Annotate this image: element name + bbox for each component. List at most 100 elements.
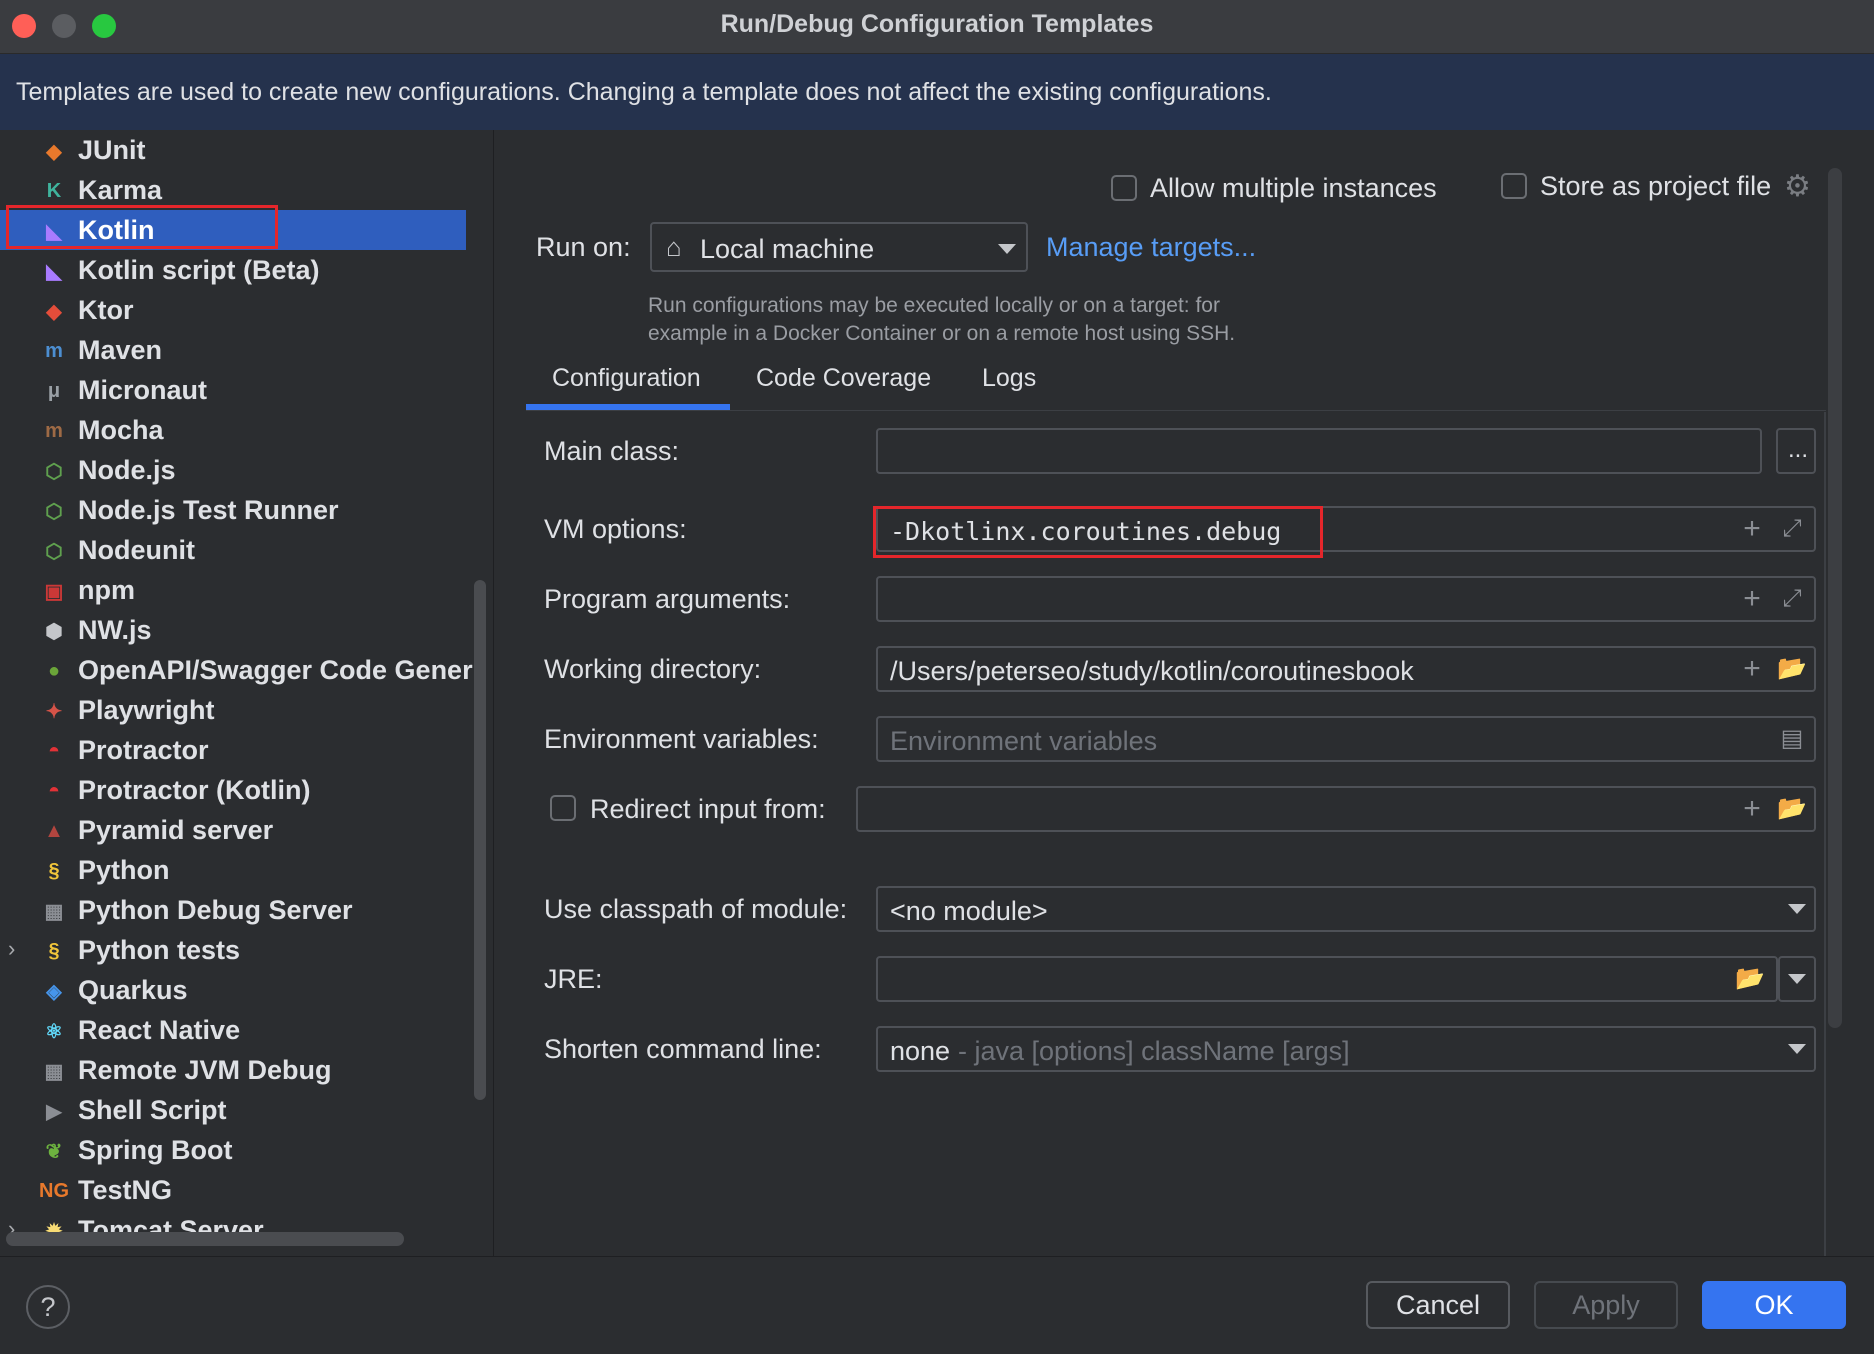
button-bar: ? Cancel Apply OK	[0, 1256, 1874, 1354]
run-on-hint-1: Run configurations may be executed local…	[648, 294, 1220, 317]
cancel-button[interactable]: Cancel	[1366, 1281, 1510, 1329]
sidebar-item[interactable]: § Python	[0, 850, 466, 890]
expand-icon[interactable]: ⤢	[1776, 584, 1808, 616]
title-bar: Run/Debug Configuration Templates	[0, 0, 1874, 54]
folder-icon[interactable]: 📂	[1776, 654, 1808, 686]
nodejs-icon: ⬡	[45, 500, 63, 523]
right-scrollbar[interactable]	[1828, 168, 1842, 1028]
main-class-browse-button[interactable]: ...	[1776, 428, 1816, 474]
env-vars-label: Environment variables:	[544, 724, 819, 754]
jre-dropdown-button[interactable]	[1778, 956, 1816, 1002]
sidebar-item-label: npm	[78, 575, 135, 605]
sidebar-item[interactable]: ● OpenAPI/Swagger Code Generi	[0, 650, 480, 690]
chevron-right-icon[interactable]: ›	[8, 936, 15, 962]
help-button[interactable]: ?	[26, 1285, 70, 1329]
redirect-input-checkbox[interactable]	[550, 795, 576, 821]
sidebar-item[interactable]: m Maven	[0, 330, 466, 370]
sidebar-item[interactable]: ▲ Pyramid server	[0, 810, 466, 850]
tab-logs[interactable]: Logs	[982, 364, 1036, 393]
junit-icon: ◆	[46, 140, 62, 163]
python-icon: §	[48, 939, 60, 962]
apply-button[interactable]: Apply	[1534, 1281, 1678, 1329]
sidebar-item[interactable]: μ Micronaut	[0, 370, 466, 410]
sidebar-item[interactable]: ▣ npm	[0, 570, 466, 610]
shorten-label: Shorten command line:	[544, 1034, 822, 1064]
plus-icon[interactable]: +	[1736, 654, 1768, 686]
sidebar-item-label: JUnit	[78, 135, 146, 165]
sidebar-item[interactable]: K Karma	[0, 170, 466, 210]
manage-targets-link[interactable]: Manage targets...	[1046, 232, 1256, 263]
sidebar-item[interactable]: ⬡ Node.js Test Runner	[0, 490, 466, 530]
sidebar-item[interactable]: m Mocha	[0, 410, 466, 450]
openapi-icon: ●	[47, 659, 61, 682]
shorten-value: none	[890, 1036, 951, 1066]
allow-multiple-checkbox[interactable]	[1111, 175, 1137, 201]
sidebar-item[interactable]: ◣ Kotlin script (Beta)	[0, 250, 466, 290]
window-title: Run/Debug Configuration Templates	[720, 10, 1154, 38]
working-dir-value: /Users/peterseo/study/kotlin/coroutinesb…	[890, 656, 1414, 686]
template-list[interactable]: ◆ JUnit K Karma ◣ Kotlin ◣ Kotlin script (Beta)…	[0, 130, 494, 1256]
sidebar-item[interactable]: ▦ Python Debug Server	[0, 890, 466, 930]
sidebar-item[interactable]: NG TestNG	[0, 1170, 466, 1210]
sidebar-item[interactable]: ⬡ Nodeunit	[0, 530, 466, 570]
tab-code-coverage[interactable]: Code Coverage	[756, 364, 931, 393]
kotlin-icon: ◣	[46, 260, 62, 283]
folder-icon[interactable]: 📂	[1776, 794, 1808, 826]
sidebar-item[interactable]: ◆ JUnit	[0, 130, 466, 170]
maven-icon: m	[45, 339, 63, 362]
nodejs-icon: ⬡	[45, 540, 63, 563]
sidebar-item[interactable]: ◆ Ktor	[0, 290, 466, 330]
sidebar-item-label: Protractor	[78, 735, 209, 765]
jre-input[interactable]: 📂	[876, 956, 1778, 1002]
sidebar-item[interactable]: ▶ Shell Script	[0, 1090, 466, 1130]
classpath-dropdown[interactable]: <no module>	[876, 886, 1816, 932]
sidebar-item[interactable]: ◓ Protractor (Kotlin)	[0, 770, 466, 810]
sidebar-item-label: Mocha	[78, 415, 164, 445]
tab-configuration[interactable]: Configuration	[552, 364, 701, 393]
sidebar-item-label: Shell Script	[78, 1095, 227, 1125]
sidebar-item-label: Python	[78, 855, 170, 885]
store-project-checkbox[interactable]	[1501, 173, 1527, 199]
expand-icon[interactable]: ⤢	[1776, 514, 1808, 546]
main-class-input[interactable]	[876, 428, 1762, 474]
sidebar-item[interactable]: ❦ Spring Boot	[0, 1130, 466, 1170]
sidebar-item[interactable]: ✦ Playwright	[0, 690, 466, 730]
folder-icon[interactable]: 📂	[1734, 964, 1766, 996]
sidebar-item-label: Kotlin script (Beta)	[78, 255, 320, 285]
sidebar-item[interactable]: ▦ Remote JVM Debug	[0, 1050, 466, 1090]
sidebar-item[interactable]: ⬡ Node.js	[0, 450, 466, 490]
sidebar-item[interactable]: ⚛ React Native	[0, 1010, 466, 1050]
run-on-dropdown[interactable]: ⌂ Local machine	[650, 222, 1028, 272]
quarkus-icon: ◈	[46, 980, 62, 1003]
nodejs-icon: ⬡	[45, 460, 63, 483]
gear-icon[interactable]: ⚙	[1784, 172, 1814, 202]
sidebar-item-label: Node.js	[78, 455, 176, 485]
plus-icon[interactable]: +	[1736, 514, 1768, 546]
shorten-dropdown[interactable]: none - java [options] className [args]	[876, 1026, 1816, 1072]
sidebar-item[interactable]: ◓ Protractor	[0, 730, 466, 770]
karma-icon: K	[46, 179, 62, 202]
program-args-input[interactable]: + ⤢	[876, 576, 1816, 622]
chevron-down-icon	[1788, 974, 1806, 984]
env-vars-input[interactable]: Environment variables ▤	[876, 716, 1816, 762]
spring-icon: ❦	[45, 1140, 63, 1163]
debug-server-icon: ▦	[44, 1060, 64, 1083]
redirect-input-field[interactable]: + 📂	[856, 786, 1816, 832]
list-vertical-scrollbar[interactable]	[474, 580, 486, 1100]
ok-button[interactable]: OK	[1702, 1281, 1846, 1329]
sidebar-item-label: OpenAPI/Swagger Code Generi	[78, 655, 481, 685]
list-horizontal-scrollbar[interactable]	[6, 1232, 404, 1246]
jre-label: JRE:	[544, 964, 603, 994]
python-icon: §	[48, 859, 60, 882]
sidebar-item[interactable]: ⬢ NW.js	[0, 610, 466, 650]
plus-icon[interactable]: +	[1736, 584, 1768, 616]
working-dir-input[interactable]: /Users/peterseo/study/kotlin/coroutinesb…	[876, 646, 1816, 692]
plus-icon[interactable]: +	[1736, 794, 1768, 826]
sidebar-item-label: TestNG	[78, 1175, 173, 1205]
sidebar-item-label: Python Debug Server	[78, 895, 353, 925]
vm-options-highlight-annotation	[873, 506, 1323, 558]
sidebar-item[interactable]: › § Python tests	[0, 930, 466, 970]
tab-divider	[526, 410, 1826, 411]
sidebar-item[interactable]: ◈ Quarkus	[0, 970, 466, 1010]
edit-list-icon[interactable]: ▤	[1776, 724, 1808, 756]
